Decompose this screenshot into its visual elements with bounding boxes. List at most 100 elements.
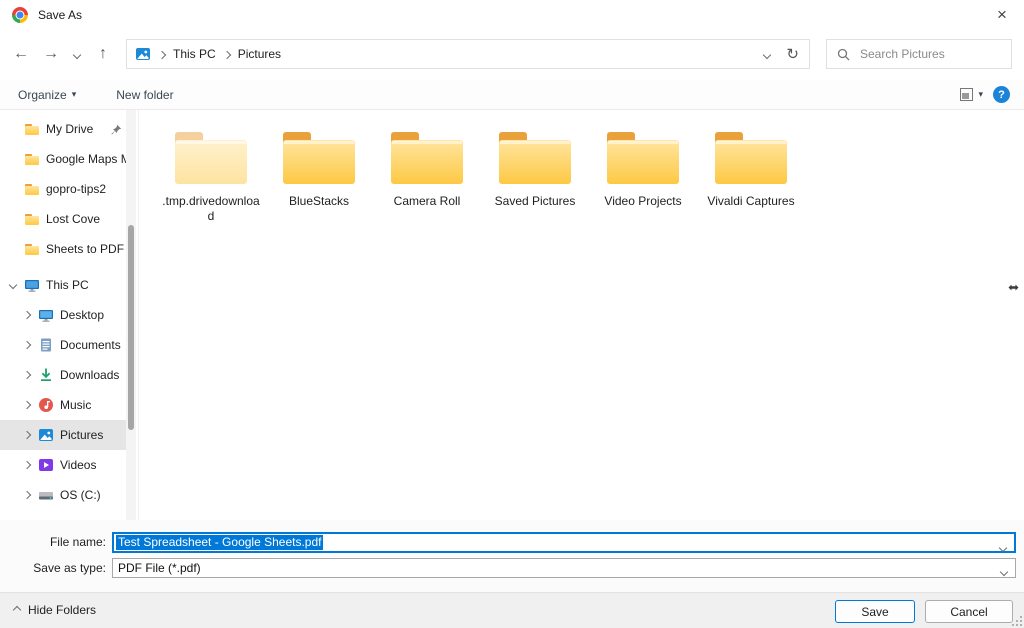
- sidebar-item-documents[interactable]: Documents: [0, 330, 126, 360]
- folder-tile[interactable]: Saved Pictures: [485, 126, 585, 224]
- view-mode-icon: [960, 88, 974, 101]
- music-icon: [39, 398, 53, 412]
- navigation-bar: ← → ↑ This PC Pictures ↻ Search Pictures: [0, 36, 1024, 72]
- sidebar-item-label: Downloads: [60, 368, 120, 382]
- save-as-dialog: Save As × ← → ↑ This PC Pictures ↻ Searc…: [0, 0, 1024, 628]
- close-icon[interactable]: ×: [988, 2, 1016, 28]
- sidebar-item-label: OS (C:): [60, 488, 101, 502]
- scrollbar-thumb[interactable]: [128, 225, 134, 430]
- file-list: .tmp.drivedownload BlueStacks Camera Rol…: [139, 110, 1024, 520]
- folder-tile[interactable]: Video Projects: [593, 126, 693, 224]
- hide-folders-label: Hide Folders: [28, 603, 97, 617]
- sidebar-item-label: Documents: [60, 338, 121, 352]
- drive-icon: [39, 492, 53, 500]
- sidebar-item-label: gopro-tips2: [46, 182, 107, 196]
- view-mode-button[interactable]: ▾: [960, 88, 983, 101]
- new-folder-button[interactable]: New folder: [116, 88, 173, 102]
- sidebar-item-label: Pictures: [60, 428, 104, 442]
- command-toolbar: Organize ▾ New folder ▾ ?: [0, 80, 1024, 110]
- folder-name: Vivaldi Captures: [707, 194, 795, 208]
- search-icon: [837, 48, 850, 61]
- file-name-input[interactable]: Test Spreadsheet - Google Sheets.pdf: [112, 531, 1016, 554]
- help-icon[interactable]: ?: [993, 86, 1010, 103]
- breadcrumb-this-pc[interactable]: This PC: [173, 47, 216, 61]
- chevron-right-icon[interactable]: [20, 460, 34, 470]
- sidebar-scrollbar[interactable]: [126, 110, 136, 520]
- folder-icon: [391, 132, 463, 184]
- breadcrumb-separator: [157, 47, 167, 61]
- chevron-down-icon[interactable]: [999, 564, 1009, 578]
- back-button[interactable]: ←: [6, 45, 36, 63]
- chevron-up-icon: [12, 605, 22, 615]
- sidebar-item-pictures[interactable]: Pictures: [0, 420, 126, 450]
- cancel-button[interactable]: Cancel: [925, 600, 1013, 623]
- chevron-right-icon[interactable]: [20, 340, 34, 350]
- address-dropdown-button[interactable]: [763, 47, 772, 61]
- chevron-down-icon: ▾: [978, 89, 983, 99]
- sidebar-item-label: My Drive: [46, 122, 94, 136]
- organize-label: Organize: [18, 87, 67, 102]
- organize-button[interactable]: Organize ▾: [18, 88, 76, 102]
- chevron-right-icon[interactable]: [20, 490, 34, 500]
- sidebar-item-os-c[interactable]: OS (C:): [0, 480, 126, 510]
- chevron-right-icon[interactable]: [20, 370, 34, 380]
- folder-name: Camera Roll: [393, 194, 461, 208]
- resize-grip[interactable]: [1012, 616, 1022, 626]
- refresh-icon[interactable]: ↻: [786, 45, 799, 63]
- dialog-footer: Hide Folders Save Cancel: [0, 592, 1024, 628]
- sidebar-item-sheets-to-pdf[interactable]: Sheets to PDF: [0, 234, 126, 264]
- folder-tile[interactable]: .tmp.drivedownload: [161, 126, 261, 224]
- chevron-right-icon[interactable]: [20, 400, 34, 410]
- folder-icon: [25, 214, 39, 225]
- sidebar-item-google-maps[interactable]: Google Maps M: [0, 144, 126, 174]
- save-button[interactable]: Save: [835, 600, 915, 623]
- folder-icon: [25, 124, 39, 135]
- chevron-right-icon[interactable]: [20, 310, 34, 320]
- sidebar-item-videos[interactable]: Videos: [0, 450, 126, 480]
- sidebar-item-downloads[interactable]: Downloads: [0, 360, 126, 390]
- folder-icon: [175, 132, 247, 184]
- hide-folders-button[interactable]: Hide Folders: [12, 603, 97, 617]
- up-button[interactable]: ↑: [88, 45, 118, 63]
- chevron-down-icon: ▾: [71, 89, 77, 99]
- dialog-body: My Drive Google Maps M gopro-tips2 Lost …: [0, 110, 1024, 520]
- window-title: Save As: [38, 8, 83, 22]
- sidebar-item-label: Google Maps M: [46, 152, 126, 166]
- forward-button[interactable]: →: [36, 45, 66, 63]
- recent-locations-button[interactable]: [66, 47, 88, 61]
- folder-name: Saved Pictures: [494, 194, 576, 208]
- sidebar-item-music[interactable]: Music: [0, 390, 126, 420]
- folder-icon: [25, 154, 39, 165]
- save-as-type-value: PDF File (*.pdf): [118, 561, 201, 575]
- folder-icon: [499, 132, 571, 184]
- save-as-type-select[interactable]: PDF File (*.pdf): [112, 558, 1016, 578]
- sidebar-item-desktop[interactable]: Desktop: [0, 300, 126, 330]
- videos-icon: [39, 459, 53, 471]
- breadcrumb-separator: [222, 47, 231, 61]
- sidebar-item-label: Music: [60, 398, 92, 412]
- save-as-type-label: Save as type:: [33, 561, 106, 575]
- sidebar-item-label: Videos: [60, 458, 97, 472]
- sidebar-item-this-pc[interactable]: This PC: [0, 270, 126, 300]
- breadcrumb-pictures[interactable]: Pictures: [238, 47, 281, 61]
- sidebar-item-label: This PC: [46, 278, 89, 292]
- folder-icon: [715, 132, 787, 184]
- downloads-icon: [41, 368, 51, 381]
- address-bar[interactable]: This PC Pictures ↻: [126, 39, 810, 69]
- folder-icon: [25, 244, 39, 255]
- search-box[interactable]: Search Pictures: [826, 39, 1012, 69]
- sidebar-item-lost-cove[interactable]: Lost Cove: [0, 204, 126, 234]
- sidebar-item-my-drive[interactable]: My Drive: [0, 114, 126, 144]
- folder-name: BlueStacks: [288, 194, 350, 208]
- search-placeholder: Search Pictures: [860, 47, 945, 61]
- sidebar-item-gopro-tips2[interactable]: gopro-tips2: [0, 174, 126, 204]
- chevron-right-icon[interactable]: [20, 430, 34, 440]
- chevron-down-icon[interactable]: [998, 540, 1008, 554]
- sidebar-item-label: Lost Cove: [46, 212, 101, 226]
- folder-tile[interactable]: BlueStacks: [269, 126, 369, 224]
- folder-tile[interactable]: Vivaldi Captures: [701, 126, 801, 224]
- chevron-down-icon[interactable]: [6, 280, 20, 290]
- folder-tile[interactable]: Camera Roll: [377, 126, 477, 224]
- pictures-icon: [39, 429, 53, 441]
- file-name-value: Test Spreadsheet - Google Sheets.pdf: [116, 534, 324, 550]
